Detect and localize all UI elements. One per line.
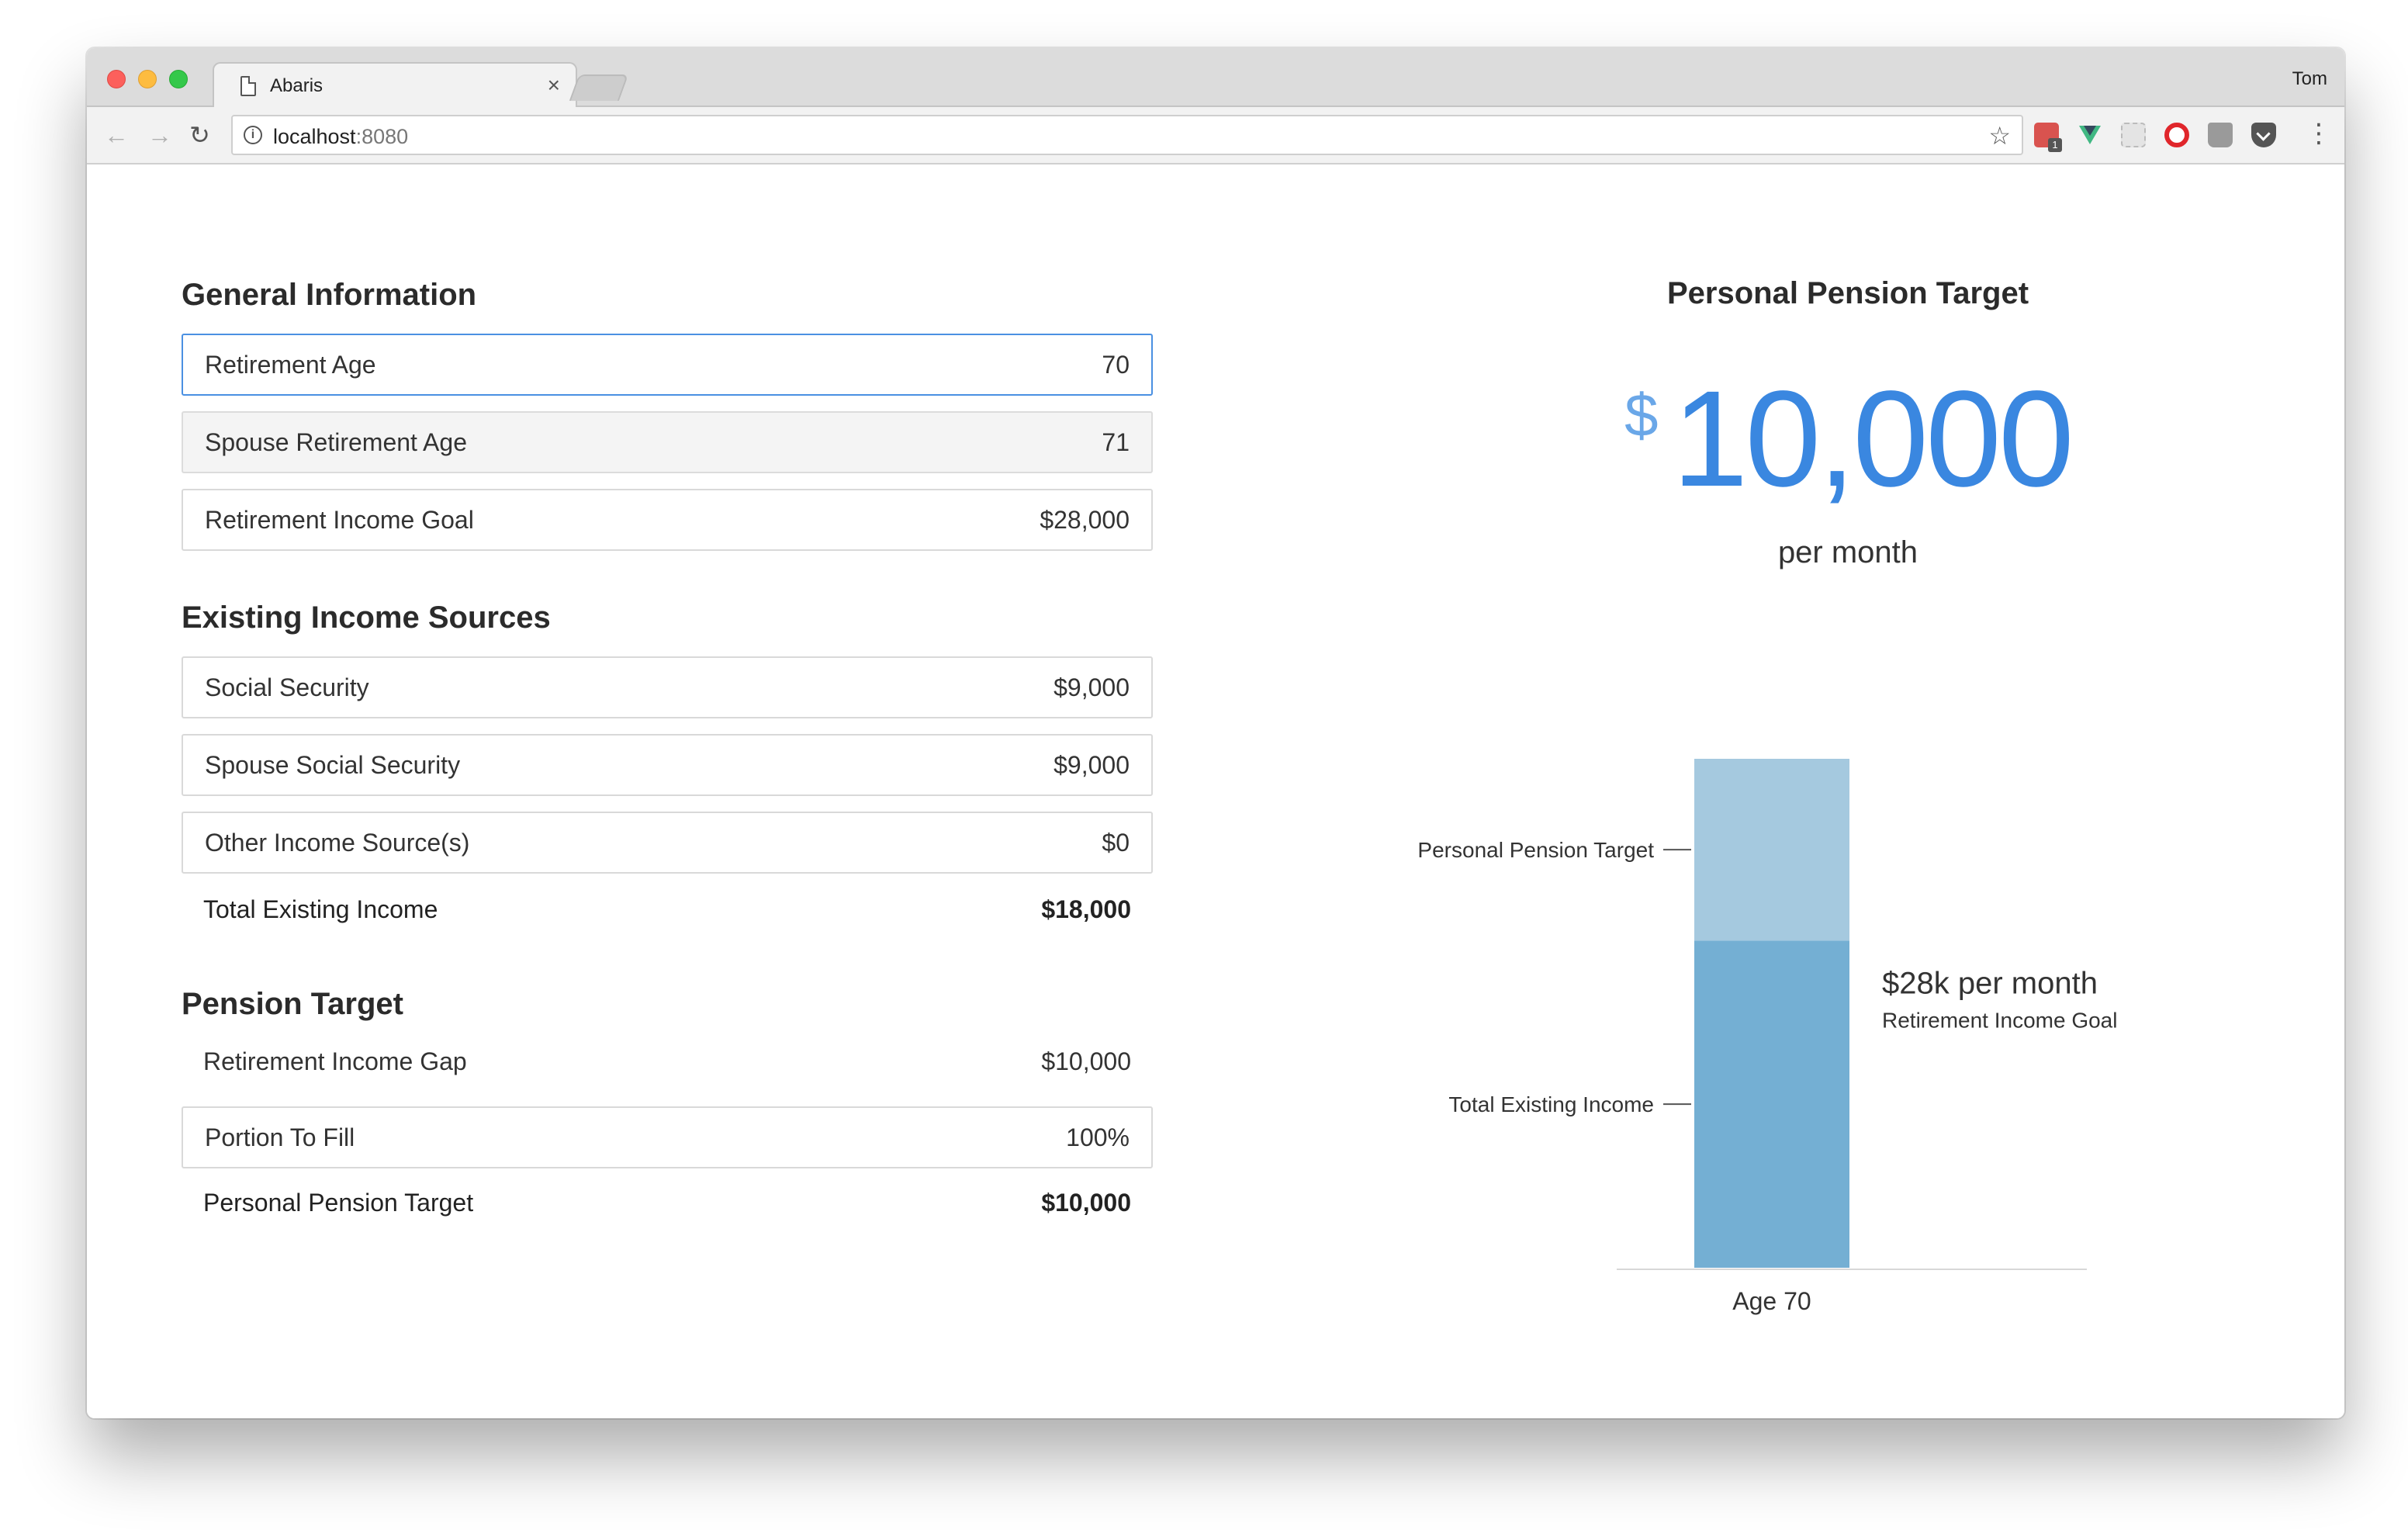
pension-target-title: Pension Target bbox=[182, 987, 403, 1021]
info-icon[interactable]: i bbox=[244, 126, 262, 144]
browser-window: Abaris × Tom ← → ↻ i localhost:8080 ☆ 1 … bbox=[87, 48, 2344, 1418]
tab-title: Abaris bbox=[270, 75, 323, 96]
back-arrow-icon[interactable]: ← bbox=[104, 121, 129, 149]
row-label: Total Existing Income bbox=[203, 895, 438, 923]
general-information-title: General Information bbox=[182, 278, 477, 312]
total-existing-income-label: Total Existing Income bbox=[1448, 1092, 1654, 1116]
tab-abaris[interactable]: Abaris × bbox=[213, 62, 577, 109]
maximize-window-button[interactable] bbox=[169, 70, 188, 88]
url-host: localhost bbox=[273, 125, 356, 148]
browser-toolbar: ← → ↻ i localhost:8080 ☆ 1 ⋮ bbox=[87, 107, 2344, 164]
bar-segment-pension-target bbox=[1694, 759, 1849, 941]
reload-icon[interactable]: ↻ bbox=[189, 121, 210, 149]
url-port: :8080 bbox=[355, 125, 409, 148]
other-income-field[interactable]: Other Income Source(s) $0 bbox=[182, 812, 1153, 874]
spouse-social-security-field[interactable]: Spouse Social Security $9,000 bbox=[182, 734, 1153, 796]
existing-income-title: Existing Income Sources bbox=[182, 601, 551, 635]
field-label: Spouse Social Security bbox=[205, 751, 461, 779]
row-value: $10,000 bbox=[1041, 1047, 1131, 1075]
new-tab-button[interactable] bbox=[569, 74, 629, 101]
page-content: General Information Retirement Age 70 Sp… bbox=[87, 164, 2344, 1418]
currency-symbol: $ bbox=[1624, 381, 1659, 449]
goal-annotation-headline: $28k per month bbox=[1882, 966, 2098, 1000]
summary-title: Personal Pension Target bbox=[1666, 276, 2029, 310]
category-label: Age 70 bbox=[1732, 1287, 1811, 1315]
close-window-button[interactable] bbox=[107, 70, 126, 88]
profile-name[interactable]: Tom bbox=[2292, 68, 2327, 90]
row-value: $18,000 bbox=[1041, 895, 1131, 923]
field-label: Retirement Income Goal bbox=[205, 506, 474, 534]
goal-annotation-subtext: Retirement Income Goal bbox=[1882, 1008, 2117, 1032]
field-label: Portion To Fill bbox=[205, 1123, 355, 1151]
url-text[interactable]: localhost:8080 bbox=[273, 125, 408, 149]
retirement-income-goal-field[interactable]: Retirement Income Goal $28,000 bbox=[182, 489, 1153, 551]
field-value: $28,000 bbox=[1040, 506, 1130, 534]
pocket-icon[interactable] bbox=[2251, 123, 2276, 147]
document-icon bbox=[240, 76, 256, 96]
grid-extension-icon[interactable] bbox=[2121, 123, 2146, 147]
field-label: Social Security bbox=[205, 673, 369, 701]
income-chart: Total Existing Income Personal Pension Ta… bbox=[1417, 759, 2117, 1315]
pension-amount: $10,000 bbox=[1499, 369, 2197, 509]
vue-devtools-icon[interactable] bbox=[2078, 123, 2102, 147]
tab-close-icon[interactable]: × bbox=[548, 73, 560, 98]
total-existing-income-row: Total Existing Income $18,000 bbox=[182, 888, 1153, 934]
field-label: Retirement Age bbox=[205, 351, 376, 379]
address-bar[interactable]: i localhost:8080 ☆ bbox=[231, 115, 2023, 155]
retirement-age-field[interactable]: Retirement Age 70 bbox=[182, 334, 1153, 396]
personal-pension-target-label: Personal Pension Target bbox=[1417, 838, 1654, 862]
spouse-retirement-age-field[interactable]: Spouse Retirement Age 71 bbox=[182, 411, 1153, 473]
bookmark-star-icon[interactable]: ☆ bbox=[1988, 121, 2011, 151]
field-value: 100% bbox=[1066, 1123, 1130, 1151]
field-value: 70 bbox=[1102, 351, 1130, 379]
row-label: Personal Pension Target bbox=[203, 1189, 474, 1217]
forward-arrow-icon[interactable]: → bbox=[147, 121, 172, 149]
minimize-window-button[interactable] bbox=[138, 70, 157, 88]
field-value: $9,000 bbox=[1054, 673, 1130, 701]
amount-value: 10,000 bbox=[1672, 363, 2074, 515]
row-value: $10,000 bbox=[1041, 1189, 1131, 1217]
field-value: 71 bbox=[1102, 428, 1130, 456]
field-label: Other Income Source(s) bbox=[205, 829, 470, 857]
social-security-field[interactable]: Social Security $9,000 bbox=[182, 656, 1153, 718]
menu-dots-icon[interactable]: ⋮ bbox=[2306, 118, 2332, 149]
calendar-extension-icon[interactable]: 1 bbox=[2034, 123, 2062, 152]
field-label: Spouse Retirement Age bbox=[205, 428, 467, 456]
row-label: Retirement Income Gap bbox=[203, 1047, 467, 1075]
extension-badge: 1 bbox=[2048, 138, 2062, 152]
field-value: $9,000 bbox=[1054, 751, 1130, 779]
bar-segment-existing-income bbox=[1694, 940, 1849, 1268]
personal-pension-target-row: Personal Pension Target $10,000 bbox=[182, 1181, 1153, 1227]
tab-strip: Abaris × Tom bbox=[87, 48, 2344, 109]
retirement-income-gap-row: Retirement Income Gap $10,000 bbox=[182, 1040, 1153, 1086]
portion-to-fill-field[interactable]: Portion To Fill 100% bbox=[182, 1106, 1153, 1168]
period-label: per month bbox=[1777, 535, 1918, 569]
opera-extension-icon[interactable] bbox=[2164, 123, 2189, 147]
gmail-extension-icon[interactable] bbox=[2208, 123, 2233, 147]
field-value: $0 bbox=[1102, 829, 1130, 857]
